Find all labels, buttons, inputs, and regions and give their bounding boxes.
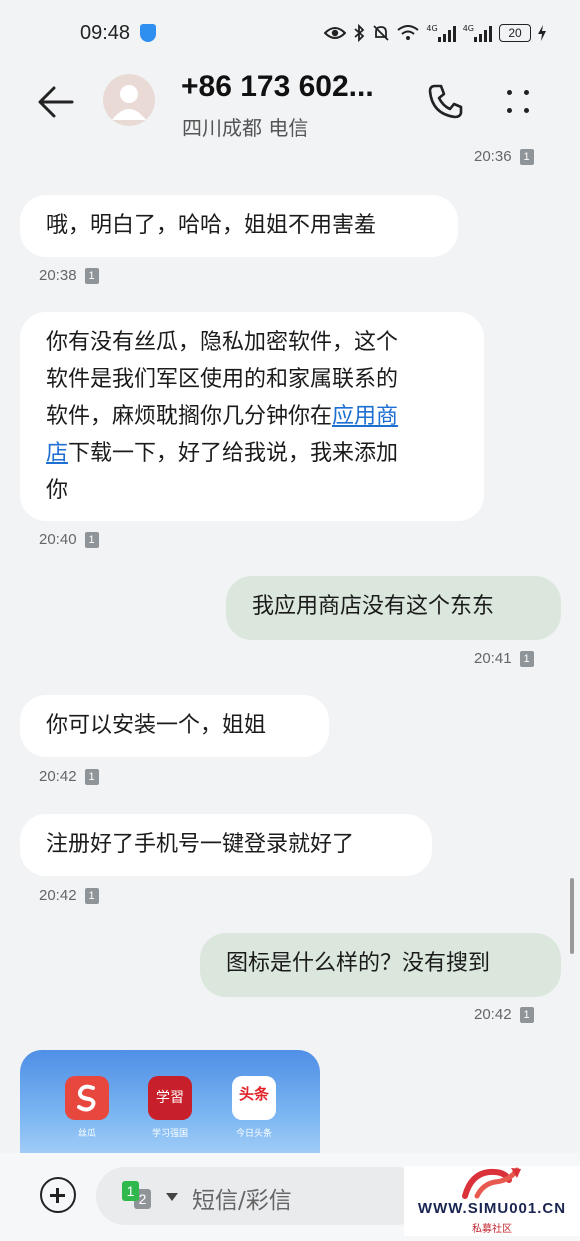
message-time: 20:42 <box>474 1006 512 1023</box>
message-time: 20:42 <box>39 887 77 904</box>
app-label: 丝瓜 <box>77 1129 96 1139</box>
status-bar: 09:48 4G 4G 20 <box>0 0 580 66</box>
bluetooth-icon <box>353 24 365 42</box>
call-button[interactable] <box>426 82 464 120</box>
message-line: 你 <box>46 478 69 503</box>
message-text-segment: 下载一下，好了给我说，我来添加 <box>68 441 399 466</box>
sim-1-icon: 1 <box>122 1181 139 1201</box>
caret-down-icon[interactable] <box>166 1193 178 1201</box>
app-label: 今日头条 <box>235 1129 272 1139</box>
incoming-message-bubble[interactable]: 你可以安装一个，姐姐 <box>20 695 329 757</box>
contact-avatar[interactable] <box>103 74 155 126</box>
status-indicators: 4G 4G 20 <box>324 24 546 42</box>
arrow-left-icon <box>38 86 74 118</box>
message-line: 店下载一下，好了给我说，我来添加 <box>46 435 458 472</box>
wifi-icon <box>397 25 420 41</box>
status-time: 09:48 <box>80 21 131 44</box>
message-line: 软件，麻烦耽搁你几分钟你在应用商 <box>46 398 458 435</box>
message-meta: 20:40 1 <box>39 531 99 548</box>
phone-icon <box>428 84 463 119</box>
message-line: 软件是我们军区使用的和家属联系的 <box>46 367 399 392</box>
contact-name[interactable]: +86 173 602... <box>181 70 406 104</box>
back-button[interactable] <box>38 84 78 120</box>
message-time: 20:38 <box>39 267 77 284</box>
watermark-text: WWW.SIMU001.CN <box>417 1200 567 1217</box>
message-text-segment: 软件，麻烦耽搁你几分钟你在 <box>46 404 333 429</box>
sim-badge: 1 <box>519 148 534 165</box>
sim-badge: 1 <box>84 531 99 548</box>
input-placeholder: 短信/彩信 <box>192 1188 292 1214</box>
sim-badge: 1 <box>84 267 99 284</box>
message-input[interactable]: 2 1 短信/彩信 <box>96 1167 426 1225</box>
incoming-message-bubble[interactable]: 哦，明白了，哈哈，姐姐不用害羞 <box>20 195 458 257</box>
conversation-header: +86 173 602... 四川成都 电信 <box>0 66 580 148</box>
add-attachment-button[interactable] <box>40 1177 76 1213</box>
app-label: 学习强国 <box>151 1129 188 1139</box>
message-text: 图标是什么样的？没有搜到 <box>226 951 491 976</box>
outgoing-message-bubble[interactable]: 图标是什么样的？没有搜到 <box>200 933 561 997</box>
message-time: 20:41 <box>474 650 512 667</box>
eye-icon <box>324 25 347 41</box>
message-list[interactable]: 20:36 1 哦，明白了，哈哈，姐姐不用害羞 20:38 1 你有没有丝瓜，隐… <box>0 148 580 1153</box>
app-store-link[interactable]: 应用商 <box>332 404 398 429</box>
image-attachment[interactable]: 丝瓜 学習 学习强国 头条 今日头条 <box>20 1050 320 1153</box>
sim-badge: 1 <box>519 650 534 667</box>
message-time: 20:42 <box>39 768 77 785</box>
more-options-button[interactable] <box>505 84 535 120</box>
app-store-link-continued[interactable]: 店 <box>46 441 68 466</box>
message-time: 20:40 <box>39 531 77 548</box>
incoming-message-bubble[interactable]: 注册好了手机号一键登录就好了 <box>20 814 432 876</box>
network-type-2: 4G <box>462 24 474 33</box>
message-meta: 20:41 1 <box>474 650 534 667</box>
mute-bell-icon <box>372 24 390 42</box>
watermark-subtext: 私募社区 <box>472 1224 512 1235</box>
scrollbar-thumb[interactable] <box>570 878 574 954</box>
toutiao-app-icon: 头条 <box>232 1076 276 1120</box>
xuexi-app-icon: 学習 <box>148 1076 192 1120</box>
sigua-app-icon <box>65 1076 109 1120</box>
network-type-1: 4G <box>426 24 438 33</box>
message-text: 你可以安装一个，姐姐 <box>46 713 267 738</box>
charging-icon <box>538 25 546 41</box>
signal-2-icon: 4G <box>463 24 492 42</box>
watermark-logo: WWW.SIMU001.CN 私募社区 <box>404 1166 580 1236</box>
message-meta: 20:42 1 <box>39 887 99 904</box>
signal-1-icon: 4G <box>426 24 456 42</box>
contact-location: 四川成都 电信 <box>182 116 309 140</box>
message-meta: 20:42 1 <box>474 1006 534 1023</box>
message-meta: 20:38 1 <box>39 267 99 284</box>
security-shield-icon <box>140 24 157 42</box>
message-text: 我应用商店没有这个东东 <box>252 594 495 619</box>
watermark-emblem-icon <box>462 1167 521 1199</box>
battery-icon: 20 <box>499 24 531 42</box>
sim-badge: 1 <box>84 887 99 904</box>
message-time: 20:36 <box>474 148 512 165</box>
sim-badge: 1 <box>519 1006 534 1023</box>
message-text: 注册好了手机号一键登录就好了 <box>46 832 355 857</box>
message-line: 你有没有丝瓜，隐私加密软件，这个 <box>46 330 399 355</box>
message-text: 哦，明白了，哈哈，姐姐不用害羞 <box>46 213 377 238</box>
outgoing-message-bubble[interactable]: 我应用商店没有这个东东 <box>226 576 561 640</box>
message-meta: 20:42 1 <box>39 768 99 785</box>
incoming-message-bubble[interactable]: 你有没有丝瓜，隐私加密软件，这个 软件是我们军区使用的和家属联系的 软件，麻烦耽… <box>20 312 484 521</box>
sim-badge: 1 <box>84 768 99 785</box>
person-icon <box>112 85 146 120</box>
message-meta: 20:36 1 <box>474 148 534 165</box>
sim-selector[interactable]: 2 1 <box>122 1181 162 1211</box>
